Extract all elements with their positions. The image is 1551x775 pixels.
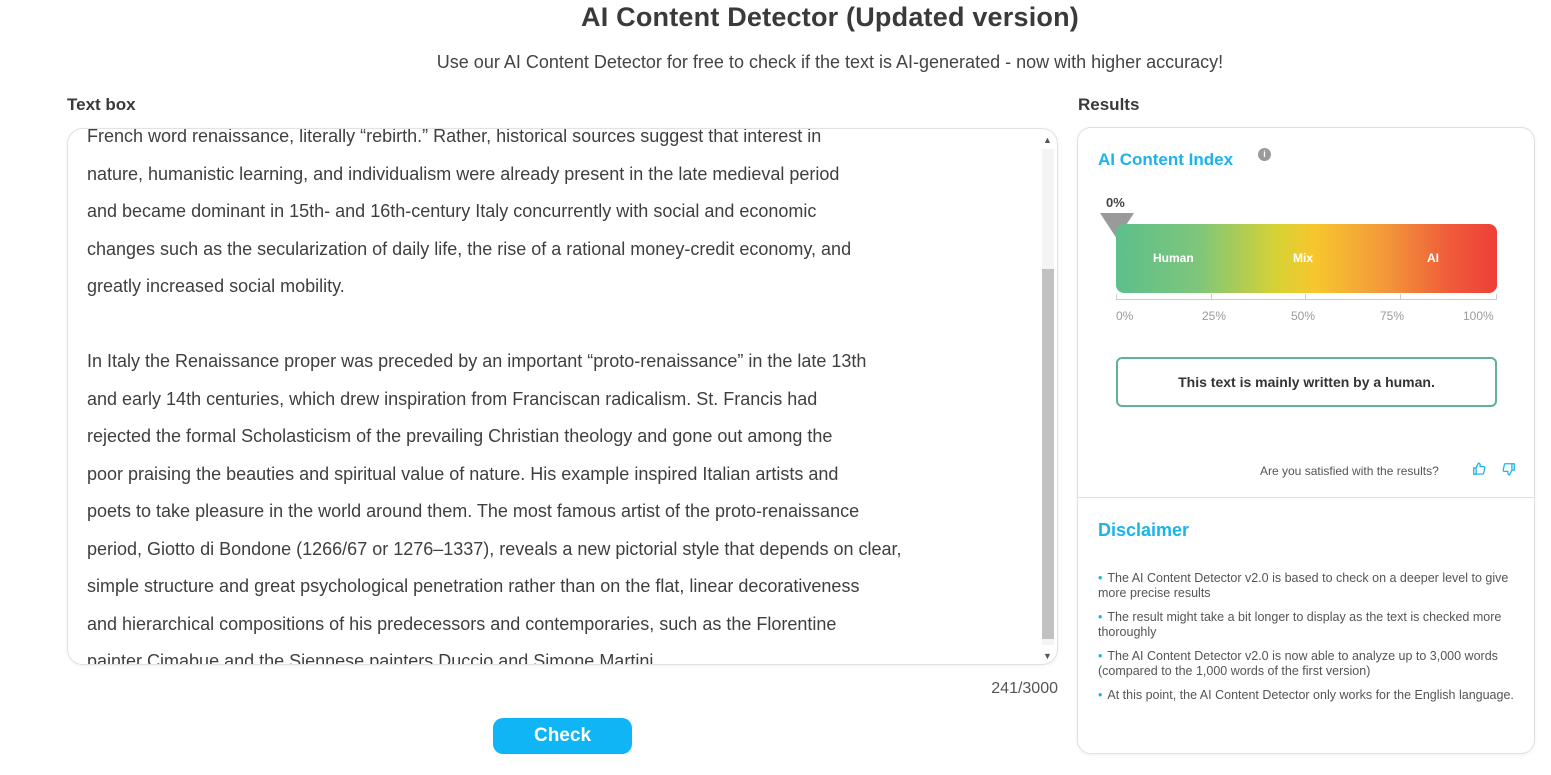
bullet-icon: • bbox=[1098, 571, 1103, 585]
scale-label-100: 100% bbox=[1463, 309, 1494, 323]
word-count: 241/3000 bbox=[991, 680, 1058, 697]
text-line: greatly increased social mobility. bbox=[87, 276, 345, 296]
results-card: AI Content Index i 0% Human Mix AI 0% 25… bbox=[1077, 127, 1535, 754]
ai-index-gauge: Human Mix AI bbox=[1116, 224, 1497, 293]
scale-line bbox=[1116, 299, 1497, 300]
disclaimer-item-text: The AI Content Detector v2.0 is now able… bbox=[1098, 649, 1498, 678]
scale-label-25: 25% bbox=[1202, 309, 1227, 323]
disclaimer-item: • The AI Content Detector v2.0 is based t… bbox=[1098, 571, 1523, 601]
scroll-track[interactable] bbox=[1042, 149, 1054, 645]
disclaimer-item-text: The result might take a bit longer to di… bbox=[1098, 610, 1502, 639]
scale-tick bbox=[1211, 294, 1212, 300]
scale-tick bbox=[1305, 294, 1306, 300]
text-content: French word renaissance, literally “rebi… bbox=[87, 128, 1022, 665]
bullet-icon: • bbox=[1098, 649, 1103, 663]
disclaimer-item: • The AI Content Detector v2.0 is now abl… bbox=[1098, 649, 1523, 679]
scale-tick bbox=[1116, 294, 1117, 300]
text-line: rejected the formal Scholasticism of the… bbox=[87, 426, 833, 446]
text-line: painter Cimabue and the Siennese painter… bbox=[87, 651, 659, 665]
check-button[interactable]: Check bbox=[493, 718, 632, 754]
scroll-down-arrow-icon[interactable]: ▼ bbox=[1039, 649, 1056, 663]
disclaimer-item-text: At this point, the AI Content Detector o… bbox=[1107, 688, 1514, 702]
text-line: nature, humanistic learning, and individ… bbox=[87, 163, 840, 184]
text-line-blank bbox=[87, 306, 1022, 344]
disclaimer-title: Disclaimer bbox=[1098, 520, 1190, 540]
disclaimer-item: • The result might take a bit longer to d… bbox=[1098, 610, 1523, 640]
page-title: AI Content Detector (Updated version) bbox=[581, 2, 1079, 32]
text-line: period, Giotto di Bondone (1266/67 or 12… bbox=[87, 538, 902, 559]
info-icon[interactable]: i bbox=[1258, 148, 1271, 161]
feedback-prompt: Are you satisfied with the results? bbox=[1260, 464, 1439, 478]
text-line: and became dominant in 15th- and 16th-ce… bbox=[87, 201, 817, 221]
text-line: simple structure and great psychological… bbox=[87, 576, 860, 596]
scale-label-0: 0% bbox=[1116, 309, 1134, 323]
bullet-icon: • bbox=[1098, 610, 1103, 624]
thumbs-down-icon[interactable] bbox=[1501, 462, 1517, 478]
thumbs-up-icon[interactable] bbox=[1471, 462, 1487, 478]
scale-tick bbox=[1400, 294, 1401, 300]
ai-content-index-title: AI Content Index bbox=[1098, 150, 1234, 169]
score-label: 0% bbox=[1106, 195, 1125, 210]
gauge-label-human: Human bbox=[1153, 251, 1194, 265]
text-line: French word renaissance, literally “rebi… bbox=[87, 128, 822, 146]
text-line: and early 14th centuries, which drew ins… bbox=[87, 388, 818, 409]
gauge-label-mix: Mix bbox=[1293, 251, 1314, 265]
text-input-area[interactable]: French word renaissance, literally “rebi… bbox=[67, 128, 1058, 665]
text-line: and hierarchical compositions of his pre… bbox=[87, 613, 837, 634]
bullet-icon: • bbox=[1098, 688, 1103, 702]
scroll-up-arrow-icon[interactable]: ▲ bbox=[1039, 133, 1056, 147]
text-line: poor praising the beauties and spiritual… bbox=[87, 463, 839, 484]
verdict-box: This text is mainly written by a human. bbox=[1116, 357, 1497, 407]
text-line: changes such as the secularization of da… bbox=[87, 238, 852, 259]
disclaimer-item-text: The AI Content Detector v2.0 is based to… bbox=[1098, 571, 1509, 600]
scroll-thumb[interactable] bbox=[1042, 269, 1054, 639]
scale-label-75: 75% bbox=[1380, 309, 1405, 323]
text-box-label: Text box bbox=[67, 95, 136, 114]
disclaimer-item: • At this point, the AI Content Detector … bbox=[1098, 688, 1523, 703]
results-label: Results bbox=[1078, 95, 1140, 114]
disclaimer-list: • The AI Content Detector v2.0 is based t… bbox=[1098, 571, 1523, 712]
scale-tick bbox=[1496, 294, 1497, 300]
text-line: In Italy the Renaissance proper was prec… bbox=[87, 351, 867, 371]
page-subtitle: Use our AI Content Detector for free to … bbox=[436, 52, 1224, 72]
text-line: poets to take pleasure in the world arou… bbox=[87, 501, 860, 521]
scale-label-50: 50% bbox=[1291, 309, 1316, 323]
gauge-label-ai: AI bbox=[1427, 251, 1439, 265]
card-divider bbox=[1078, 497, 1534, 498]
textbox-scrollbar[interactable]: ▲ ▼ bbox=[1039, 133, 1056, 663]
